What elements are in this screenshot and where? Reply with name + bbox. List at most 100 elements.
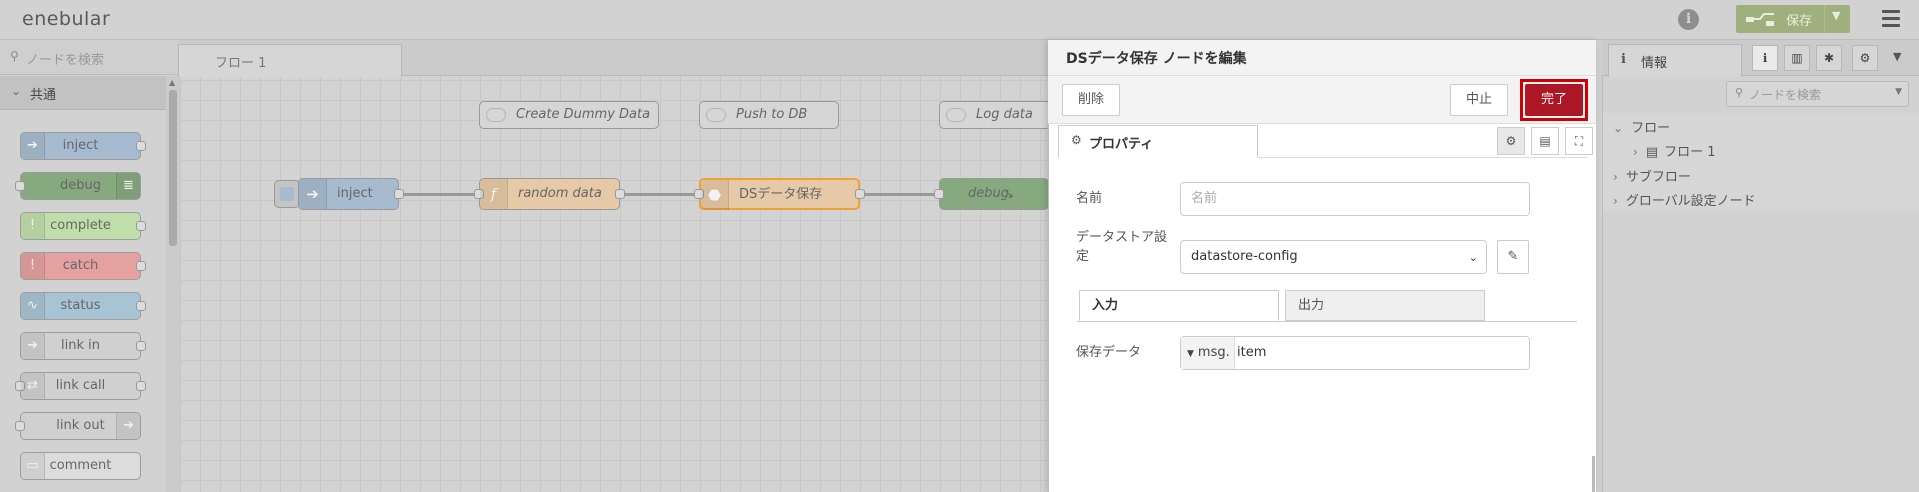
comment-node[interactable]: Log data xyxy=(939,101,1051,129)
palette-node-debug[interactable]: debug ≣ xyxy=(15,172,141,200)
wire[interactable] xyxy=(860,193,938,196)
tab-properties-label: プロパティ xyxy=(1089,137,1154,152)
name-placeholder: 名前 xyxy=(1191,191,1218,206)
gear-icon[interactable]: ⚙ xyxy=(1852,45,1878,71)
inject-trigger-button[interactable] xyxy=(274,180,300,208)
header-bar xyxy=(0,0,1919,40)
tree-item-global-config[interactable]: › グローバル設定ノード xyxy=(1613,190,1756,209)
comment-label: Push to DB xyxy=(736,107,808,122)
deploy-dropdown-icon[interactable]: ▼ xyxy=(1832,9,1840,22)
datastore-config-label: データストア設定 xyxy=(1076,230,1168,264)
palette-node-catch[interactable]: ! catch xyxy=(20,252,146,280)
edit-pencil-icon[interactable]: ✎ xyxy=(1497,240,1529,274)
comment-node[interactable]: Push to DB xyxy=(699,101,839,129)
palette-search-input[interactable]: ⚲ ノードを検索 xyxy=(0,40,180,75)
palette-node-link-in[interactable]: ➔ link in xyxy=(20,332,146,360)
flow-node-label: random data xyxy=(518,186,602,201)
palette-node-inject[interactable]: ➔ inject xyxy=(20,132,146,160)
arrow-in-icon: ➔ xyxy=(299,179,327,209)
done-button[interactable]: 完了 xyxy=(1525,84,1583,116)
palette-category-header[interactable]: ⌄ 共通 xyxy=(0,76,166,110)
sidebar-tab-info-label: 情報 xyxy=(1641,56,1668,71)
comment-icon xyxy=(946,108,966,122)
palette-scrollbar[interactable]: ▲ xyxy=(166,76,180,492)
palette-node-label: inject xyxy=(62,138,99,153)
typed-input[interactable]: ▼ msg. item xyxy=(1180,336,1530,370)
info-icon[interactable]: ℹ xyxy=(1752,45,1778,71)
arrow-in-icon: ➔ xyxy=(21,133,45,159)
comment-icon xyxy=(486,108,506,122)
app-logo: enebular xyxy=(22,8,111,30)
flow-node-label: debug xyxy=(968,186,1009,201)
sidebar-menu-caret-icon[interactable]: ▼ xyxy=(1893,50,1901,63)
tab-flow-1[interactable]: フロー 1 xyxy=(178,44,402,77)
palette-node-label: catch xyxy=(62,258,99,273)
flow-node-ds-save[interactable]: ⬣ DSデータ保存 xyxy=(694,178,865,210)
description-document-icon[interactable]: ▤ xyxy=(1531,127,1559,155)
book-icon[interactable]: ▥ xyxy=(1784,45,1810,71)
bug-icon[interactable]: ✱ xyxy=(1816,45,1842,71)
palette-node-link-call[interactable]: ⇄ link call xyxy=(15,372,146,400)
flow-node-label: inject xyxy=(337,186,373,201)
cancel-button[interactable]: 中止 xyxy=(1450,84,1508,116)
chevron-down-icon: ⌄ xyxy=(1613,121,1624,135)
tree-item-label: サブフロー xyxy=(1625,170,1691,185)
chevron-right-icon: › xyxy=(1613,194,1618,208)
tree-item-label: フロー xyxy=(1631,121,1671,136)
subtab-output[interactable]: 出力 xyxy=(1285,290,1485,321)
palette-node-complete[interactable]: ! complete xyxy=(20,212,146,240)
palette-node-label: link out xyxy=(56,418,105,433)
flow-node-label: DSデータ保存 xyxy=(739,187,823,202)
link-icon: ➔ xyxy=(116,413,140,439)
chevron-down-icon: ⌄ xyxy=(11,84,22,98)
palette-node-comment[interactable]: ▭ comment xyxy=(20,452,141,480)
comment-label: Log data xyxy=(976,107,1033,122)
flow-node-random-data[interactable]: f random data xyxy=(474,178,625,210)
tab-properties[interactable]: ⚙ プロパティ xyxy=(1058,125,1258,158)
tray-title: DSデータ保存 ノードを編集 xyxy=(1066,51,1247,67)
save-data-label: 保存データ xyxy=(1076,345,1142,360)
palette-node-label: link call xyxy=(55,378,106,393)
subtab-input[interactable]: 入力 xyxy=(1079,290,1279,321)
debug-list-icon: ≣ xyxy=(116,173,140,199)
appearance-frame-icon[interactable]: ⛶ xyxy=(1565,127,1593,155)
tree-item-label: フロー 1 xyxy=(1664,145,1716,160)
name-label: 名前 xyxy=(1076,191,1103,206)
tree-item-label: グローバル設定ノード xyxy=(1625,194,1756,209)
flow-node-inject[interactable]: ➔ inject xyxy=(298,178,404,210)
comment-icon: ▭ xyxy=(21,453,45,479)
tab-label: フロー 1 xyxy=(215,56,267,71)
tray-header: DSデータ保存 ノードを編集 xyxy=(1048,40,1596,76)
type-select[interactable]: ▼ msg. xyxy=(1181,337,1235,369)
comment-icon xyxy=(706,108,726,122)
tree-item-flow-1[interactable]: › ▤ フロー 1 xyxy=(1633,141,1716,160)
deploy-label: 保存 xyxy=(1786,14,1813,29)
settings-gear-icon[interactable]: ⚙ xyxy=(1497,127,1525,155)
chevron-down-icon: ⌄ xyxy=(1468,251,1478,264)
deploy-button[interactable]: 保存 ▼ xyxy=(1736,5,1850,33)
datastore-config-select[interactable]: datastore-config ⌄ xyxy=(1180,240,1487,274)
database-icon: ⬣ xyxy=(701,180,729,210)
wire[interactable] xyxy=(400,193,478,196)
delete-button[interactable]: 削除 xyxy=(1062,84,1120,116)
alert-icon: ! xyxy=(21,253,45,279)
palette-node-status[interactable]: ∿ status xyxy=(20,292,146,320)
gear-icon: ⚙ xyxy=(1071,133,1082,147)
info-icon[interactable]: i xyxy=(1678,9,1699,30)
caret-down-icon: ▼ xyxy=(1895,87,1902,97)
tray-scrollbar[interactable] xyxy=(1592,456,1595,492)
palette-node-link-out[interactable]: link out ➔ xyxy=(15,412,141,440)
wire[interactable] xyxy=(620,193,698,196)
sidebar xyxy=(1602,40,1919,492)
tree-item-subflows[interactable]: › サブフロー xyxy=(1613,166,1691,185)
name-input[interactable]: 名前 xyxy=(1180,182,1530,216)
function-icon: f xyxy=(480,179,508,209)
tree-item-flows[interactable]: ⌄ フロー xyxy=(1613,117,1670,136)
sidebar-tab-info[interactable]: i 情報 xyxy=(1608,44,1742,77)
comment-node[interactable]: Create Dummy Data xyxy=(479,101,659,129)
main-menu-icon[interactable] xyxy=(1882,10,1900,31)
sidebar-search-input[interactable]: ⚲ ノードを検索 ▼ xyxy=(1726,81,1909,107)
deploy-icon xyxy=(1746,12,1774,30)
type-prefix: msg. xyxy=(1197,345,1230,360)
flow-node-debug[interactable]: debug ↘ xyxy=(934,178,1049,210)
